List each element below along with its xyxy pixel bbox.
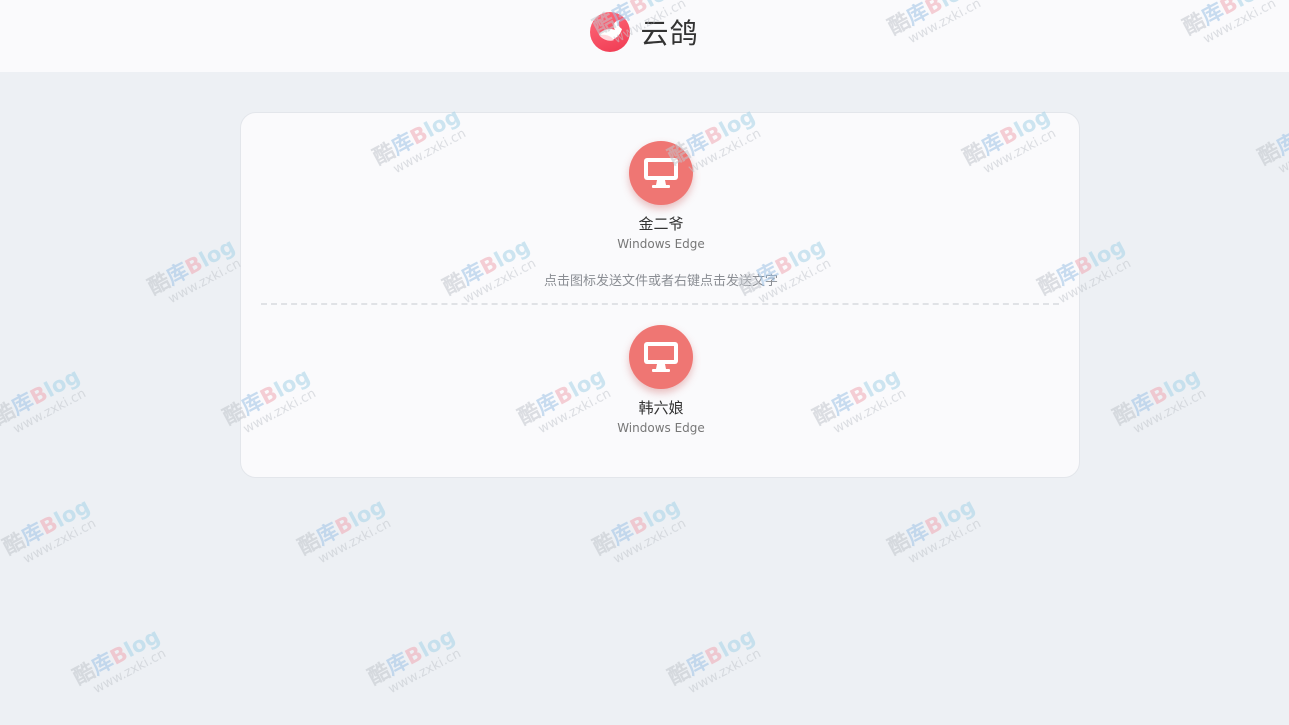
brand: 云鸽 xyxy=(590,12,698,52)
watermark: 酷库Blogwww.zxki.cn xyxy=(294,493,394,568)
watermark: 酷库Blogwww.zxki.cn xyxy=(884,493,984,568)
watermark: 酷库Blogwww.zxki.cn xyxy=(1254,126,1289,178)
device-panel: 金二爷 Windows Edge 点击图标发送文件或者右键点击发送文字 韩六娘 … xyxy=(240,112,1080,478)
watermark: 酷库Blogwww.zxki.cn xyxy=(0,493,99,568)
top-bar: 云鸽 xyxy=(0,0,1289,72)
watermark: 酷库Blogwww.zxki.cn xyxy=(589,493,689,568)
device-name: 金二爷 xyxy=(638,215,684,233)
device-name: 韩六娘 xyxy=(638,399,684,417)
watermark: 酷库Blogwww.zxki.cn xyxy=(364,623,464,698)
monitor-icon xyxy=(644,158,678,188)
app-title: 云鸽 xyxy=(640,17,699,50)
device-item[interactable]: 韩六娘 Windows Edge xyxy=(241,325,1081,436)
device-os: Windows Edge xyxy=(617,237,705,251)
device-avatar[interactable] xyxy=(629,141,693,205)
monitor-icon xyxy=(644,342,678,372)
watermark: 酷库Blogwww.zxki.cn xyxy=(664,623,764,698)
device-os: Windows Edge xyxy=(617,421,705,435)
watermark: 酷库Blogwww.zxki.cn xyxy=(1109,363,1209,438)
pigeon-logo-icon xyxy=(590,12,631,52)
divider xyxy=(261,303,1059,305)
device-avatar[interactable] xyxy=(629,325,693,389)
watermark: 酷库Blogwww.zxki.cn xyxy=(0,363,89,438)
device-item[interactable]: 金二爷 Windows Edge xyxy=(241,141,1081,252)
watermark: 酷库Blogwww.zxki.cn xyxy=(69,623,169,698)
watermark: 酷库Blogwww.zxki.cn xyxy=(144,233,244,308)
send-hint: 点击图标发送文件或者右键点击发送文字 xyxy=(543,274,778,289)
